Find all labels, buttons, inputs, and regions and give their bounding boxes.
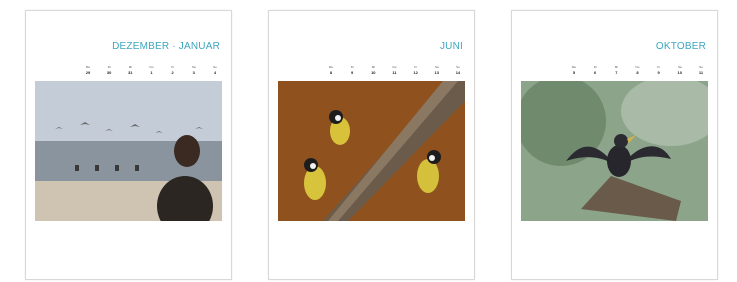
weekday-label: Mi — [371, 65, 375, 69]
day-number: 9 — [657, 70, 660, 75]
great-tits-photo — [278, 81, 465, 221]
weekday-label: Di — [350, 65, 354, 69]
day-number: 14 — [455, 70, 461, 75]
day-number: 31 — [128, 70, 133, 75]
day-number: 2 — [171, 70, 174, 75]
week-row: Mo 29 Di 30 Mi 31 Do 1 Fr 2 Sa 3 So 4 — [44, 65, 219, 79]
day-list: Mo 8 Di 9 Mi 10 Do 11 Fr 12 Sa 13 So 14 — [327, 65, 462, 79]
day-cell: Do 11 — [390, 65, 398, 79]
bird-on-stump-illustration — [521, 81, 708, 221]
day-number: 11 — [392, 70, 397, 75]
calendar-page-december-january: DEZEMBER · JANUAR Mo 29 Di 30 Mi 31 Do 1 Fr 2… — [25, 10, 232, 280]
weekday-label: Sa — [191, 65, 196, 69]
weekday-label: Do — [149, 65, 154, 69]
day-cell: Fr 9 — [655, 65, 663, 79]
day-cell: Fr 12 — [412, 65, 420, 79]
day-cell: Mi 31 — [126, 65, 134, 79]
weekday-label: Fr — [171, 65, 175, 69]
day-cell: Mo 29 — [84, 65, 92, 79]
day-number: 29 — [85, 70, 91, 75]
day-cell: Sa 3 — [190, 65, 198, 79]
weekday-label: Mo — [328, 65, 334, 69]
weekday-label: Do — [392, 65, 397, 69]
day-cell: So 11 — [697, 65, 705, 79]
day-number: 13 — [434, 70, 439, 75]
beach-scene-illustration — [35, 81, 222, 221]
weekday-label: Mi — [614, 65, 618, 69]
day-number: 30 — [106, 70, 112, 75]
day-cell: Mo 8 — [327, 65, 335, 79]
day-number: 10 — [371, 70, 376, 75]
birds-on-branch-illustration — [278, 81, 465, 221]
day-cell: Sa 10 — [676, 65, 684, 79]
day-cell: Di 30 — [105, 65, 113, 79]
weekday-label: Fr — [414, 65, 418, 69]
day-number: 8 — [329, 70, 333, 75]
day-cell: So 14 — [454, 65, 462, 79]
weekday-label: Sa — [677, 65, 682, 69]
weekday-label: Sa — [434, 65, 439, 69]
month-title: OKTOBER — [655, 41, 706, 52]
weekday-label: Mo — [85, 65, 91, 69]
day-cell: Di 9 — [348, 65, 356, 79]
starling-photo — [521, 81, 708, 221]
day-cell: Mi 7 — [612, 65, 620, 79]
day-number: 1 — [150, 70, 153, 75]
day-cell: Do 8 — [633, 65, 641, 79]
day-cell: So 4 — [211, 65, 219, 79]
month-title: JUNI — [439, 41, 463, 52]
weekday-label: Di — [593, 65, 597, 69]
weekday-label: Fr — [657, 65, 661, 69]
day-number: 8 — [636, 70, 639, 75]
day-cell: Sa 13 — [433, 65, 441, 79]
day-cell: Mo 5 — [570, 65, 578, 79]
week-row: Mo 8 Di 9 Mi 10 Do 11 Fr 12 Sa 13 So 14 — [287, 65, 462, 79]
day-number: 10 — [677, 70, 682, 75]
day-cell: Do 1 — [147, 65, 155, 79]
day-number: 12 — [413, 70, 418, 75]
weekday-label: Mo — [571, 65, 577, 69]
calendar-preview: DEZEMBER · JANUAR Mo 29 Di 30 Mi 31 Do 1 Fr 2… — [0, 0, 737, 282]
weekday-label: So — [699, 65, 703, 69]
day-number: 3 — [192, 70, 195, 75]
day-number: 5 — [572, 70, 576, 75]
day-number: 11 — [698, 70, 704, 75]
day-number: 7 — [615, 70, 618, 75]
day-list: Mo 29 Di 30 Mi 31 Do 1 Fr 2 Sa 3 So 4 — [84, 65, 219, 79]
day-cell: Di 6 — [591, 65, 599, 79]
day-number: 9 — [351, 70, 354, 75]
month-title: DEZEMBER · JANUAR — [112, 41, 220, 52]
beach-photo — [35, 81, 222, 221]
week-row: Mo 5 Di 6 Mi 7 Do 8 Fr 9 Sa 10 So 11 — [530, 65, 705, 79]
weekday-label: Di — [107, 65, 111, 69]
weekday-label: So — [456, 65, 460, 69]
day-number: 4 — [213, 70, 217, 75]
weekday-label: Do — [635, 65, 640, 69]
weekday-label: Mi — [128, 65, 132, 69]
day-list: Mo 5 Di 6 Mi 7 Do 8 Fr 9 Sa 10 So 11 — [570, 65, 705, 79]
day-cell: Mi 10 — [369, 65, 377, 79]
day-cell: Fr 2 — [169, 65, 177, 79]
calendar-page-june: JUNI Mo 8 Di 9 Mi 10 Do 11 Fr 12 Sa 13 So 14 — [268, 10, 475, 280]
day-number: 6 — [594, 70, 597, 75]
weekday-label: So — [213, 65, 217, 69]
calendar-page-october: OKTOBER Mo 5 Di 6 Mi 7 Do 8 Fr 9 Sa 10 So 11 — [511, 10, 718, 280]
